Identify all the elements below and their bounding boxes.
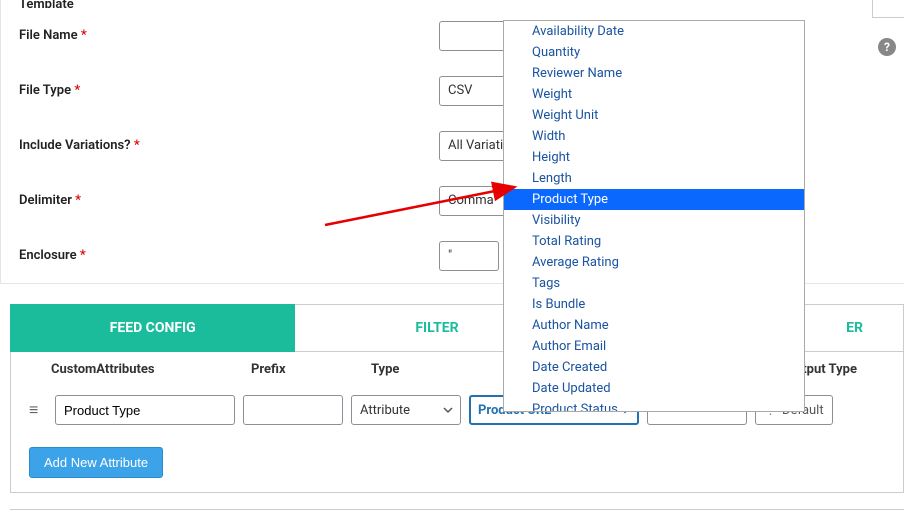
chevron-down-icon bbox=[442, 404, 454, 416]
required-asterisk: * bbox=[75, 193, 81, 208]
label-template: Template bbox=[19, 0, 74, 8]
file-type-value: CSV bbox=[448, 83, 472, 98]
type-select-value: Attribute bbox=[360, 403, 410, 418]
tab-other-label: ER bbox=[846, 320, 863, 336]
dropdown-option[interactable]: Reviewer Name bbox=[504, 63, 804, 84]
delimiter-value: Comma bbox=[448, 193, 494, 208]
dropdown-option[interactable]: Quantity bbox=[504, 42, 804, 63]
dropdown-option[interactable]: Width bbox=[504, 126, 804, 147]
required-asterisk: * bbox=[74, 83, 80, 98]
label-file-name: File Name bbox=[19, 28, 78, 43]
dropdown-option[interactable]: Weight bbox=[504, 84, 804, 105]
dropdown-option[interactable]: Date Updated bbox=[504, 378, 804, 399]
enclosure-select[interactable]: " bbox=[439, 241, 499, 271]
drag-handle-icon[interactable]: ≡ bbox=[29, 400, 47, 420]
tab-feed-config-label: FEED CONFIG bbox=[110, 320, 196, 336]
attribute-dropdown-panel: Availability DateQuantityReviewer NameWe… bbox=[503, 20, 805, 412]
add-attribute-button[interactable]: Add New Attribute bbox=[29, 447, 163, 478]
header-custom: CustomAttributes bbox=[51, 362, 251, 377]
dropdown-option[interactable]: Product Status bbox=[504, 399, 804, 411]
required-asterisk: * bbox=[134, 138, 140, 153]
tab-filter-label: FILTER bbox=[415, 320, 458, 336]
dropdown-option[interactable]: Height bbox=[504, 147, 804, 168]
attribute-dropdown-list[interactable]: Availability DateQuantityReviewer NameWe… bbox=[504, 21, 804, 411]
label-delimiter: Delimiter bbox=[19, 193, 72, 208]
enclosure-value: " bbox=[448, 248, 452, 263]
dropdown-option[interactable]: Visibility bbox=[504, 210, 804, 231]
required-asterisk: * bbox=[80, 248, 86, 263]
add-attribute-label: Add New Attribute bbox=[44, 455, 148, 470]
custom-attribute-input[interactable] bbox=[55, 395, 235, 425]
dropdown-option[interactable]: Tags bbox=[504, 273, 804, 294]
tab-feed-config[interactable]: FEED CONFIG bbox=[10, 304, 295, 352]
dropdown-option[interactable]: Weight Unit bbox=[504, 105, 804, 126]
row-template: Template bbox=[19, 0, 886, 8]
header-type: Type bbox=[371, 362, 501, 377]
dropdown-option[interactable]: Is Bundle bbox=[504, 294, 804, 315]
dropdown-option[interactable]: Total Rating bbox=[504, 231, 804, 252]
prefix-input[interactable] bbox=[243, 395, 343, 425]
dropdown-option[interactable]: Author Name bbox=[504, 315, 804, 336]
dropdown-option[interactable]: Date Created bbox=[504, 357, 804, 378]
header-prefix: Prefix bbox=[251, 362, 371, 377]
type-select[interactable]: Attribute bbox=[351, 395, 461, 425]
footer: Add New Attribute bbox=[10, 433, 904, 493]
label-enclosure: Enclosure bbox=[19, 248, 77, 263]
dropdown-option[interactable]: Product Type bbox=[504, 189, 804, 210]
dropdown-option[interactable]: Author Email bbox=[504, 336, 804, 357]
bottom-separator bbox=[10, 509, 904, 517]
dropdown-option[interactable]: Length bbox=[504, 168, 804, 189]
required-asterisk: * bbox=[81, 28, 87, 43]
dropdown-option[interactable]: Availability Date bbox=[504, 21, 804, 42]
dropdown-option[interactable]: Average Rating bbox=[504, 252, 804, 273]
label-file-type: File Type bbox=[19, 83, 71, 98]
label-include-variations: Include Variations? bbox=[19, 138, 131, 153]
